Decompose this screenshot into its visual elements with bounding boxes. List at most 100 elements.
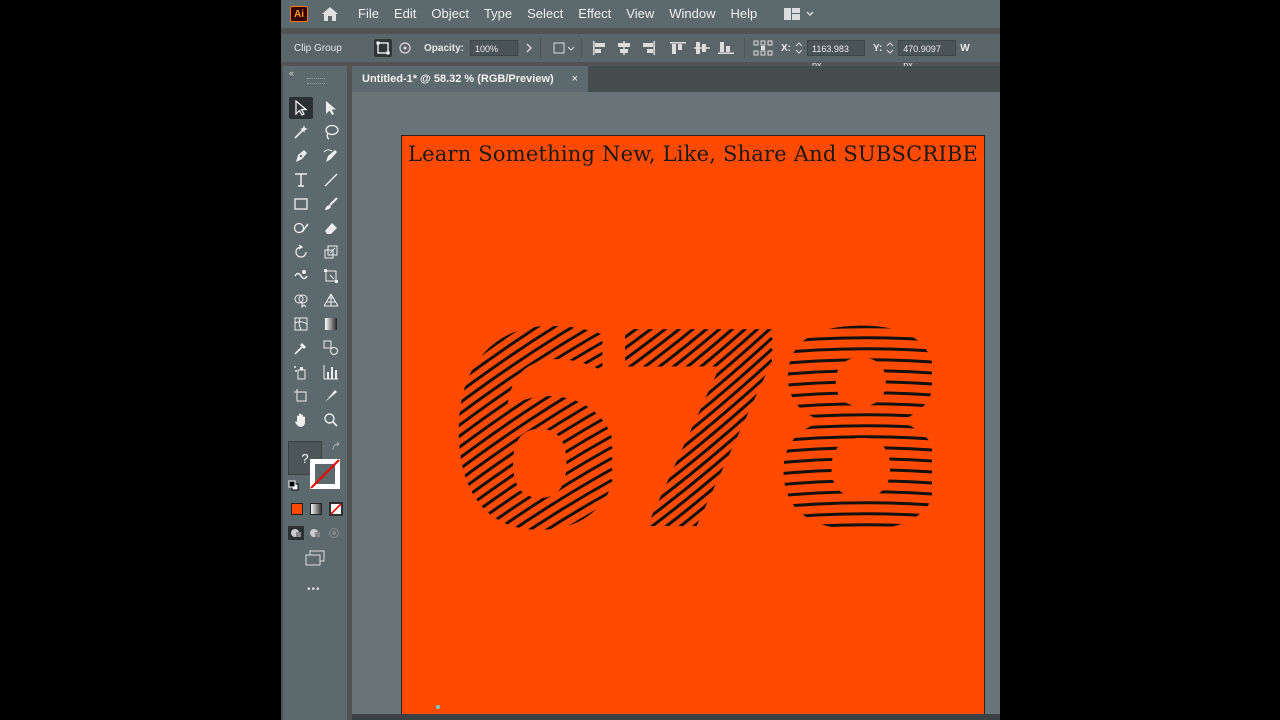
close-tab-icon[interactable]: × xyxy=(572,73,578,85)
paintbrush-icon xyxy=(325,197,338,210)
menu-items: File Edit Object Type Select Effect View… xyxy=(358,0,772,28)
lasso-tool[interactable] xyxy=(319,121,343,143)
chevron-down-icon xyxy=(806,11,814,16)
rectangle-tool[interactable] xyxy=(289,193,313,215)
x-stepper-icon[interactable] xyxy=(795,41,803,55)
stroke-swatch[interactable] xyxy=(309,458,341,490)
stripe-line xyxy=(767,424,933,434)
shaper-tool[interactable] xyxy=(289,217,313,239)
tab-strip xyxy=(588,66,1000,92)
draw-inside-icon[interactable] xyxy=(327,526,341,540)
edit-toolbar-button[interactable]: ••• xyxy=(307,584,321,595)
mesh-icon xyxy=(294,317,308,331)
menu-file[interactable]: File xyxy=(358,0,379,28)
color-mode-button[interactable] xyxy=(291,503,303,515)
gradient-icon xyxy=(325,318,337,330)
type-t-icon xyxy=(295,173,307,187)
chevron-right-icon[interactable] xyxy=(524,43,534,53)
stripe-line xyxy=(442,544,613,590)
align-bottom-icon[interactable] xyxy=(718,41,735,55)
shape-builder-tool[interactable] xyxy=(289,289,313,311)
mesh-tool[interactable] xyxy=(289,313,313,335)
align-center-icon[interactable] xyxy=(616,41,632,55)
x-position-field[interactable]: 1163.983 px xyxy=(807,40,866,70)
line-segment-tool[interactable] xyxy=(319,169,343,191)
divider xyxy=(744,38,746,58)
blend-tool[interactable] xyxy=(319,337,343,359)
menu-help[interactable]: Help xyxy=(730,0,757,28)
draw-normal-icon[interactable] xyxy=(288,526,304,540)
stripe-line xyxy=(767,336,933,346)
recolor-artwork-icon[interactable] xyxy=(553,41,575,55)
opacity-field[interactable]: 100% xyxy=(470,40,519,56)
workspace-switcher[interactable] xyxy=(784,8,814,20)
artboard[interactable]: Learn Something New, Like, Share And SUB… xyxy=(401,135,985,719)
swap-fill-stroke-icon[interactable] xyxy=(331,442,341,452)
menu-effect[interactable]: Effect xyxy=(578,0,611,28)
menu-window[interactable]: Window xyxy=(669,0,715,28)
slice-tool[interactable] xyxy=(319,385,343,407)
perspective-grid-tool[interactable] xyxy=(319,289,343,311)
warp-tool[interactable] xyxy=(289,265,313,287)
warp-icon xyxy=(294,270,308,280)
stripe-line xyxy=(767,303,933,313)
gradient-tool[interactable] xyxy=(319,313,343,335)
menu-type[interactable]: Type xyxy=(484,0,512,28)
reference-point-icon[interactable] xyxy=(753,40,773,56)
screen-mode-icon[interactable] xyxy=(304,550,326,566)
zoom-tool[interactable] xyxy=(319,409,343,431)
align-left-icon[interactable] xyxy=(592,41,608,55)
selection-tool[interactable] xyxy=(289,97,313,119)
paintbrush-tool[interactable] xyxy=(319,193,343,215)
gradient-mode-icon[interactable] xyxy=(310,503,322,515)
stripe-line xyxy=(767,275,933,280)
pen-tool[interactable] xyxy=(289,145,313,167)
menu-view[interactable]: View xyxy=(626,0,654,28)
pen-icon xyxy=(296,150,307,162)
stripe-line xyxy=(767,534,933,544)
menu-object[interactable]: Object xyxy=(431,0,469,28)
type-tool[interactable] xyxy=(289,169,313,191)
opacity-label: Opacity: xyxy=(424,42,465,54)
draw-behind-icon[interactable] xyxy=(308,526,322,540)
eraser-tool[interactable] xyxy=(319,217,343,239)
curvature-tool[interactable] xyxy=(319,145,343,167)
column-graph-tool[interactable] xyxy=(319,361,343,383)
panel-collapse-icon[interactable]: « xyxy=(289,68,294,78)
align-middle-icon[interactable] xyxy=(694,41,711,55)
stripe-line xyxy=(767,479,933,489)
free-transform-tool[interactable] xyxy=(319,265,343,287)
canvas[interactable]: Learn Something New, Like, Share And SUB… xyxy=(352,92,1000,720)
align-top-icon[interactable] xyxy=(670,41,687,55)
align-right-icon[interactable] xyxy=(640,41,656,55)
edit-contents-button[interactable] xyxy=(396,39,414,57)
default-fill-stroke-icon[interactable] xyxy=(288,480,299,491)
home-icon[interactable] xyxy=(320,5,340,23)
magic-wand-tool[interactable] xyxy=(289,121,313,143)
stripe-line xyxy=(767,281,933,291)
menu-select[interactable]: Select xyxy=(527,0,563,28)
y-position-field[interactable]: 470.9097 px xyxy=(898,40,957,70)
document-tab[interactable]: Untitled-1* @ 58.32 % (RGB/Preview) × xyxy=(352,66,588,92)
line-pattern-digits-artwork[interactable]: 6 7 8 xyxy=(402,136,986,720)
panel-grip[interactable] xyxy=(307,78,325,84)
status-bar xyxy=(352,714,1000,720)
scale-tool[interactable] xyxy=(319,241,343,263)
rotate-tool[interactable] xyxy=(289,241,313,263)
stripe-line xyxy=(767,490,933,500)
edit-clipping-path-button[interactable] xyxy=(374,39,392,57)
stripe-line xyxy=(767,292,933,302)
hand-tool[interactable] xyxy=(289,409,313,431)
stripe-line xyxy=(767,347,933,357)
selection-arrow-icon xyxy=(295,100,308,116)
y-stepper-icon[interactable] xyxy=(886,41,894,55)
menu-edit[interactable]: Edit xyxy=(394,0,416,28)
stripe-line xyxy=(767,457,933,467)
eraser-icon xyxy=(325,223,337,234)
symbol-sprayer-tool[interactable] xyxy=(289,361,313,383)
eyedropper-tool[interactable] xyxy=(289,337,313,359)
direct-selection-tool[interactable] xyxy=(319,97,343,119)
none-mode-icon[interactable] xyxy=(329,502,343,516)
magic-wand-icon xyxy=(294,125,308,139)
artboard-tool[interactable] xyxy=(289,385,313,407)
